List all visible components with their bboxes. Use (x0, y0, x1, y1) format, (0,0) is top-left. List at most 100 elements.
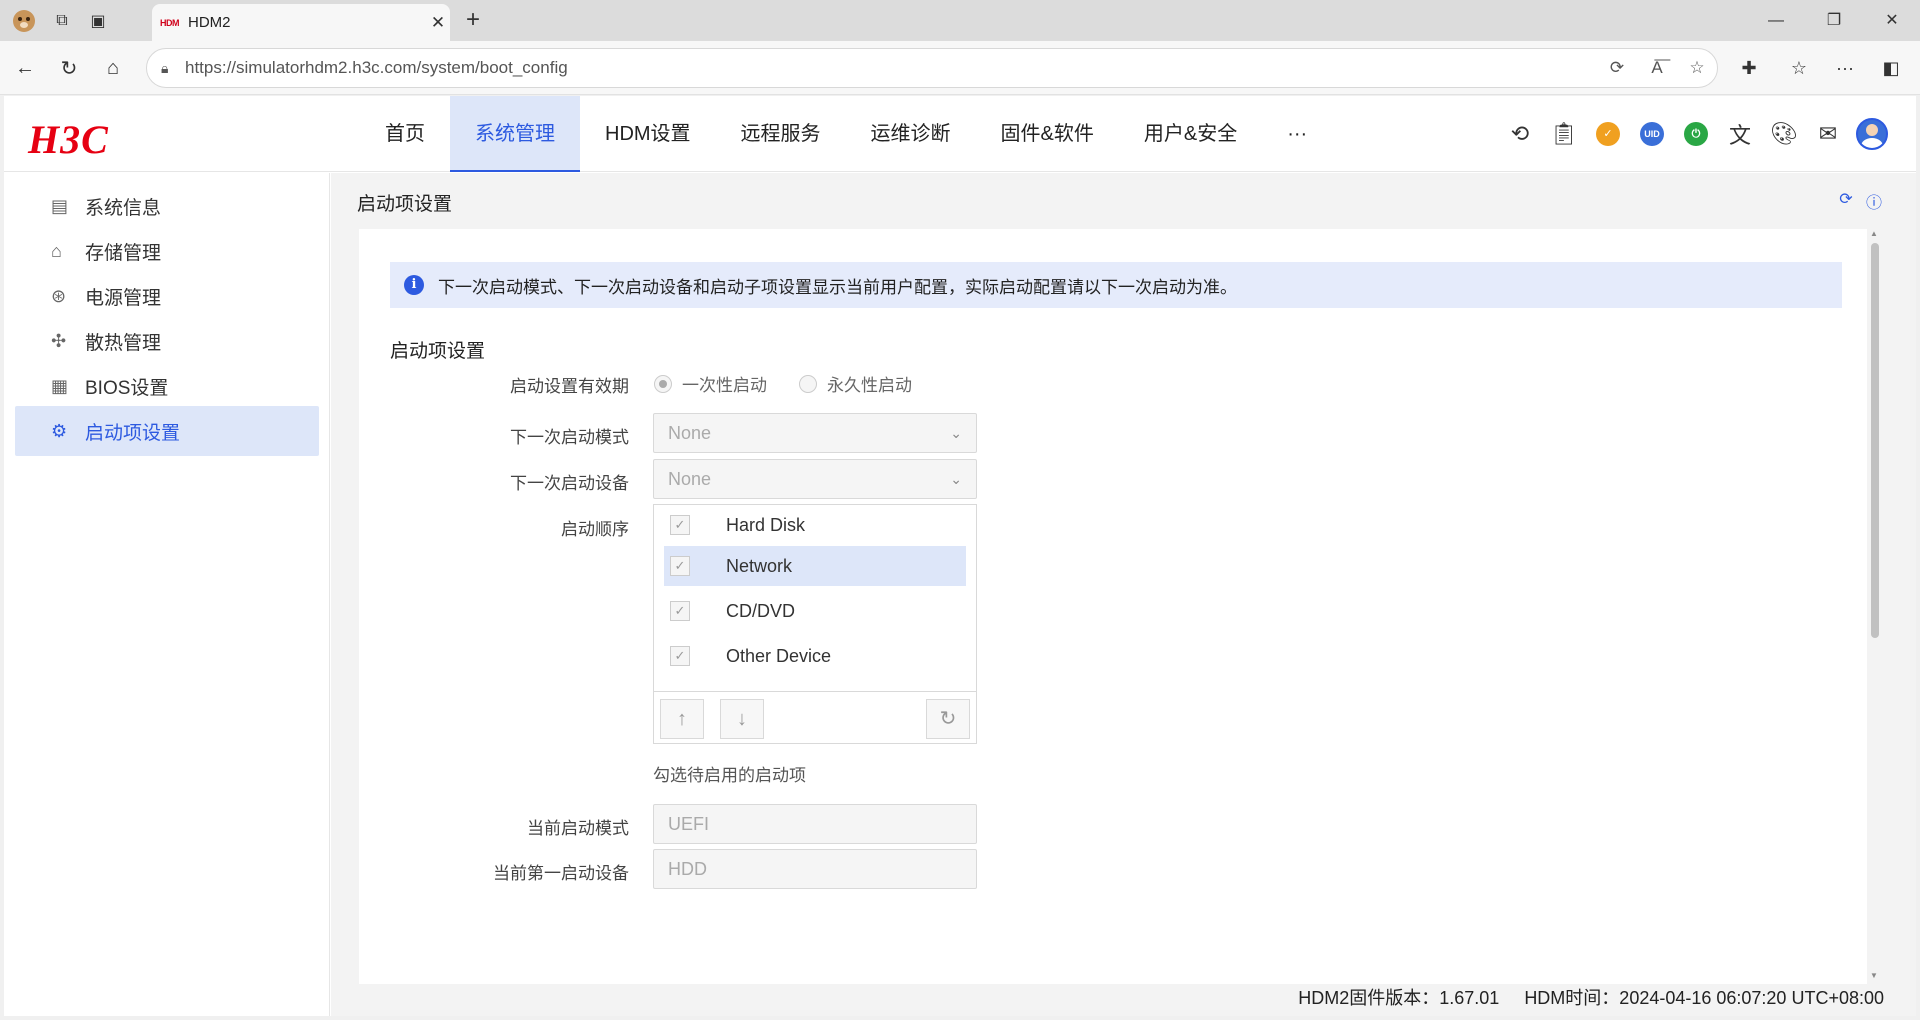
close-window-button[interactable]: ✕ (1864, 6, 1920, 36)
bios-icon: ▦ (51, 375, 69, 396)
profile-avatar-icon[interactable] (10, 8, 38, 34)
minimize-button[interactable]: — (1748, 6, 1804, 36)
sidebar-toggle-icon[interactable]: ◧ (1876, 53, 1906, 83)
sidebar-item-cooling[interactable]: ✣ 散热管理 (15, 316, 319, 366)
radio-once[interactable] (654, 374, 672, 393)
main-nav: 首页 系统管理 HDM设置 远程服务 运维诊断 固件&软件 用户&安全 ··· (360, 96, 1332, 172)
storage-icon: ⌂ (51, 240, 62, 261)
scroll-up-icon[interactable]: ▲ (1870, 229, 1880, 238)
radio-permanent[interactable] (799, 374, 817, 393)
nav-remote-services[interactable]: 远程服务 (716, 96, 846, 172)
checkbox[interactable]: ✓ (670, 601, 690, 621)
next-mode-label: 下一次启动模式 (510, 428, 629, 447)
browser-tab-bar: ⧉ ▣ HDM HDM2 ✕ + — ❐ ✕ (0, 0, 1920, 41)
fan-icon: ✣ (51, 330, 67, 351)
boot-item-label: CD/DVD (726, 600, 796, 621)
validity-label: 启动设置有效期 (510, 377, 629, 396)
move-down-button[interactable]: ↓ (720, 699, 764, 739)
next-device-label: 下一次启动设备 (510, 474, 629, 493)
current-boot-mode-field: UEFI (653, 804, 977, 844)
more-menu-icon[interactable]: ··· (1830, 53, 1860, 83)
sidebar-item-label: 存储管理 (85, 242, 162, 264)
vertical-tabs-icon[interactable]: ▣ (84, 8, 112, 34)
extensions-icon[interactable]: ✚ (1734, 53, 1764, 83)
boot-item-label: Other Device (726, 645, 832, 666)
boot-order-list: ✓ Hard Disk ✓ Network ✓ CD/DVD ✓ Other D… (653, 504, 977, 744)
nav-firmware-software[interactable]: 固件&软件 (976, 96, 1119, 172)
settings-panel: i 下一次启动模式、下一次启动设备和启动子项设置显示当前用户配置，实际启动配置请… (359, 229, 1867, 984)
nav-home[interactable]: 首页 (360, 96, 450, 172)
boot-item-hard-disk[interactable]: ✓ Hard Disk (664, 505, 966, 545)
nav-user-security[interactable]: 用户&安全 (1119, 96, 1262, 172)
checkbox[interactable]: ✓ (670, 646, 690, 666)
sidebar-item-power[interactable]: ⊛ 电源管理 (15, 271, 319, 321)
panel-scrollbar[interactable]: ▲ ▼ (1870, 229, 1880, 980)
back-button[interactable]: ← (10, 53, 40, 83)
page-title: 启动项设置 (357, 194, 453, 215)
uid-icon[interactable]: UID (1630, 116, 1674, 152)
help-icon[interactable]: ⓘ (1860, 189, 1888, 212)
next-boot-mode-select[interactable]: None ⌄ (653, 413, 977, 453)
nav-hdm-settings[interactable]: HDM设置 (580, 96, 716, 172)
next-boot-device-select[interactable]: None ⌄ (653, 459, 977, 499)
shield-icon[interactable]: ✓ (1586, 116, 1630, 152)
sidebar-item-label: 启动项设置 (85, 422, 181, 444)
reset-order-button[interactable]: ↻ (926, 699, 970, 739)
radio-permanent-label: 永久性启动 (827, 376, 912, 395)
tab-close-icon[interactable]: ✕ (426, 13, 450, 33)
gear-icon: ⚙ (51, 420, 68, 441)
boot-item-other-device[interactable]: ✓ Other Device (664, 636, 966, 676)
info-icon: i (404, 275, 424, 295)
power-icon: ⊛ (51, 285, 67, 306)
hdm-favicon-icon: HDM (160, 17, 180, 28)
sidebar-item-storage[interactable]: ⌂ 存储管理 (15, 226, 319, 276)
sidebar-item-bios[interactable]: ▦ BIOS设置 (15, 361, 319, 411)
boot-order-toolbar: ↑ ↓ ↻ (654, 691, 976, 743)
read-aloud-icon[interactable]: A͞ (1637, 58, 1677, 78)
nav-system-management[interactable]: 系统管理 (450, 96, 580, 172)
current-first-device-label: 当前第一启动设备 (493, 864, 629, 883)
page-tools: ⟳ ⓘ (1832, 189, 1888, 212)
boot-item-cd-dvd[interactable]: ✓ CD/DVD (664, 591, 966, 631)
checkbox[interactable]: ✓ (670, 556, 690, 576)
current-first-device-field: HDD (653, 849, 977, 889)
firmware-version: HDM2固件版本：1.67.01 (1298, 988, 1500, 1008)
document-icon: ▤ (51, 195, 69, 216)
sync-icon[interactable]: ⟲ (1498, 116, 1542, 152)
tab-title: HDM2 (188, 14, 231, 31)
favorite-star-icon[interactable]: ☆ (1677, 58, 1717, 78)
browser-tab[interactable]: HDM HDM2 ✕ (152, 4, 450, 41)
workspaces-icon[interactable]: ⧉ (48, 8, 76, 34)
nav-maintenance[interactable]: 运维诊断 (846, 96, 976, 172)
theme-palette-icon[interactable]: 🎨︎ (1762, 116, 1806, 152)
scroll-down-icon[interactable]: ▼ (1870, 971, 1880, 980)
home-button[interactable]: ⌂ (98, 53, 128, 83)
chevron-down-icon: ⌄ (950, 470, 962, 487)
boot-item-network[interactable]: ✓ Network (664, 546, 966, 586)
new-tab-button[interactable]: + (458, 6, 488, 36)
scrollbar-thumb[interactable] (1871, 243, 1879, 638)
sidebar-item-system-info[interactable]: ▤ 系统信息 (15, 181, 319, 231)
move-up-button[interactable]: ↑ (660, 699, 704, 739)
mail-icon[interactable]: ✉ (1806, 116, 1850, 152)
current-mode-label: 当前启动模式 (527, 819, 629, 838)
url-field[interactable]: 🔒︎ https://simulatorhdm2.h3c.com/system/… (146, 48, 1718, 88)
language-icon[interactable]: 文 (1718, 116, 1762, 152)
clipboard-icon[interactable]: 📋︎ (1542, 116, 1586, 152)
favorites-icon[interactable]: ☆ (1784, 53, 1814, 83)
nav-more[interactable]: ··· (1262, 96, 1332, 172)
url-text: https://simulatorhdm2.h3c.com/system/boo… (185, 58, 568, 77)
refresh-icon[interactable]: ⟳ (1832, 189, 1860, 211)
section-title: 启动项设置 (390, 341, 486, 362)
sidebar-item-boot-settings[interactable]: ⚙ 启动项设置 (15, 406, 319, 456)
sidebar: ▤ 系统信息 ⌂ 存储管理 ⊛ 电源管理 ✣ 散热管理 ▦ BIOS设置 ⚙ 启… (4, 173, 330, 1016)
h3c-logo: H3C (28, 117, 109, 162)
current-boot-mode-value: UEFI (668, 813, 710, 834)
notice-text: 下一次启动模式、下一次启动设备和启动子项设置显示当前用户配置，实际启动配置请以下… (438, 277, 1237, 297)
reload-button[interactable]: ↻ (54, 53, 84, 83)
checkbox[interactable]: ✓ (670, 515, 690, 535)
restore-button[interactable]: ❐ (1806, 6, 1862, 36)
refresh-page-icon[interactable]: ⟳ (1597, 58, 1637, 78)
power-icon[interactable]: ⏻ (1674, 116, 1718, 152)
user-avatar-icon[interactable] (1850, 116, 1894, 152)
